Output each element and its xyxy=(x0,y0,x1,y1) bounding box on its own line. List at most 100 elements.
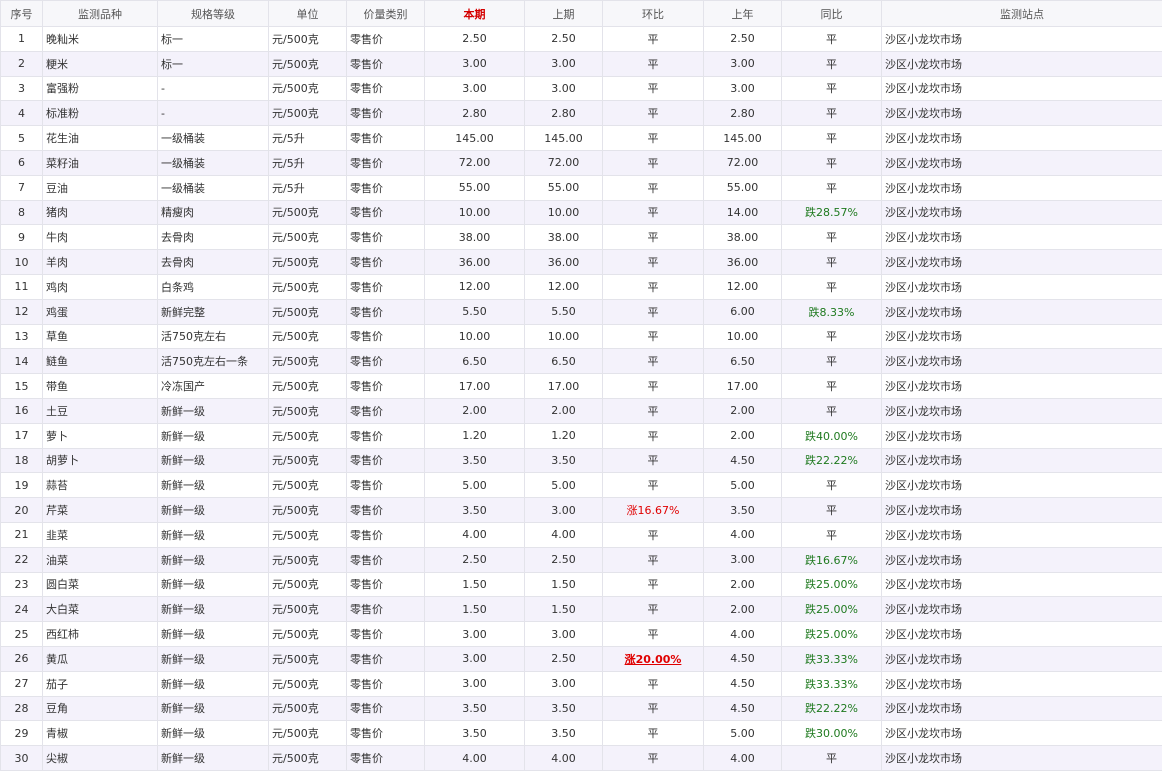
cell-spec: 新鲜一级 xyxy=(157,695,269,722)
cell-index: 30 xyxy=(0,745,43,771)
cell-mom: 平 xyxy=(602,224,704,251)
cell-index: 25 xyxy=(0,621,43,647)
cell-unit: 元/500克 xyxy=(268,745,347,771)
cell-spec: 标一 xyxy=(157,26,269,52)
cell-unit: 元/500克 xyxy=(268,621,347,647)
cell-station: 沙区小龙坎市场 xyxy=(881,348,1162,375)
cell-yoy: 跌8.33% xyxy=(781,298,882,325)
cell-price-type: 零售价 xyxy=(346,26,425,52)
cell-price-type: 零售价 xyxy=(346,373,425,399)
table-row: 23 圆白菜 新鲜一级 元/500克 零售价 1.50 1.50 平 2.00 跌25.00% 沙区… xyxy=(0,571,1162,598)
cell-spec: 去骨肉 xyxy=(157,224,269,251)
cell-yoy: 平 xyxy=(781,75,882,102)
cell-mom: 平 xyxy=(602,521,704,548)
cell-mom: 平 xyxy=(602,745,704,771)
cell-price-type: 零售价 xyxy=(346,199,425,226)
cell-mom: 平 xyxy=(602,174,704,201)
cell-price-type: 零售价 xyxy=(346,273,425,300)
cell-spec: 新鲜一级 xyxy=(157,720,269,747)
cell-mom: 平 xyxy=(602,149,704,176)
cell-price-type: 零售价 xyxy=(346,100,425,127)
cell-unit: 元/500克 xyxy=(268,571,347,598)
cell-current: 1.50 xyxy=(424,596,525,623)
table-row: 30 尖椒 新鲜一级 元/500克 零售价 4.00 4.00 平 4.00 平沙区小龙坎市场 xyxy=(0,745,1162,771)
table-row: 18 胡萝卜 新鲜一级 元/500克 零售价 3.50 3.50 平 4.50 跌22.22% 沙区… xyxy=(0,447,1162,474)
cell-index: 10 xyxy=(0,249,43,275)
cell-mom: 平 xyxy=(602,298,704,325)
cell-station: 沙区小龙坎市场 xyxy=(881,174,1162,201)
cell-price-type: 零售价 xyxy=(346,472,425,499)
cell-item: 大白菜 xyxy=(42,596,158,623)
cell-station: 沙区小龙坎市场 xyxy=(881,373,1162,399)
cell-station: 沙区小龙坎市场 xyxy=(881,670,1162,697)
cell-current: 3.50 xyxy=(424,497,525,523)
cell-station: 沙区小龙坎市场 xyxy=(881,298,1162,325)
cell-unit: 元/5升 xyxy=(268,149,347,176)
cell-station: 沙区小龙坎市场 xyxy=(881,645,1162,672)
cell-last-year: 4.50 xyxy=(703,670,782,697)
cell-station: 沙区小龙坎市场 xyxy=(881,125,1162,151)
cell-previous: 4.00 xyxy=(524,521,603,548)
cell-unit: 元/500克 xyxy=(268,447,347,474)
cell-item: 油菜 xyxy=(42,546,158,573)
cell-last-year: 4.50 xyxy=(703,645,782,672)
cell-item: 菜籽油 xyxy=(42,149,158,176)
table-row: 17 萝卜 新鲜一级 元/500克 零售价 1.20 1.20 平 2.00 跌40.00% 沙区小… xyxy=(0,422,1162,449)
cell-unit: 元/500克 xyxy=(268,546,347,573)
cell-mom: 涨16.67% xyxy=(602,497,704,523)
cell-unit: 元/500克 xyxy=(268,249,347,275)
cell-last-year: 4.00 xyxy=(703,745,782,771)
cell-price-type: 零售价 xyxy=(346,75,425,102)
cell-mom: 平 xyxy=(602,26,704,52)
cell-index: 27 xyxy=(0,670,43,697)
cell-last-year: 4.00 xyxy=(703,621,782,647)
cell-current: 5.00 xyxy=(424,472,525,499)
cell-yoy: 跌40.00% xyxy=(781,422,882,449)
table-row: 21 韭菜 新鲜一级 元/500克 零售价 4.00 4.00 平 4.00 平沙区小龙坎市场 xyxy=(0,521,1162,548)
cell-mom: 平 xyxy=(602,348,704,375)
cell-item: 尖椒 xyxy=(42,745,158,771)
cell-item: 标准粉 xyxy=(42,100,158,127)
cell-previous: 3.00 xyxy=(524,497,603,523)
cell-yoy: 平 xyxy=(781,273,882,300)
cell-last-year: 55.00 xyxy=(703,174,782,201)
cell-item: 羊肉 xyxy=(42,249,158,275)
cell-previous: 38.00 xyxy=(524,224,603,251)
cell-item: 圆白菜 xyxy=(42,571,158,598)
cell-last-year: 3.00 xyxy=(703,75,782,102)
cell-yoy: 跌33.33% xyxy=(781,670,882,697)
table-header-row: 序号 监测品种 规格等级 单位 价量类别 本期 上期 环比 上年 同比 监测站点 xyxy=(0,0,1162,27)
header-current-period: 本期 xyxy=(424,0,525,27)
cell-yoy: 跌22.22% xyxy=(781,695,882,722)
cell-current: 3.00 xyxy=(424,670,525,697)
cell-station: 沙区小龙坎市场 xyxy=(881,596,1162,623)
cell-yoy: 平 xyxy=(781,348,882,375)
cell-station: 沙区小龙坎市场 xyxy=(881,100,1162,127)
cell-spec: 活750克左右一条 xyxy=(157,348,269,375)
cell-current: 2.00 xyxy=(424,397,525,424)
cell-station: 沙区小龙坎市场 xyxy=(881,497,1162,523)
cell-index: 20 xyxy=(0,497,43,523)
cell-spec: 一级桶装 xyxy=(157,149,269,176)
cell-current: 145.00 xyxy=(424,125,525,151)
cell-item: 粳米 xyxy=(42,50,158,77)
cell-last-year: 17.00 xyxy=(703,373,782,399)
cell-spec: 新鲜完整 xyxy=(157,298,269,325)
cell-station: 沙区小龙坎市场 xyxy=(881,75,1162,102)
cell-mom: 涨20.00% xyxy=(602,645,704,672)
cell-yoy: 跌33.33% xyxy=(781,645,882,672)
table-row: 13 草鱼 活750克左右 元/500克 零售价 10.00 10.00 平 10.00 平沙区小… xyxy=(0,323,1162,350)
header-previous-period: 上期 xyxy=(524,0,603,27)
cell-price-type: 零售价 xyxy=(346,447,425,474)
table-row: 10 羊肉 去骨肉 元/500克 零售价 36.00 36.00 平 36.00 平沙区小龙坎市场 xyxy=(0,249,1162,275)
cell-last-year: 4.50 xyxy=(703,695,782,722)
cell-item: 芹菜 xyxy=(42,497,158,523)
table-row: 20 芹菜 新鲜一级 元/500克 零售价 3.50 3.00 涨16.67% 3.50 平沙区小… xyxy=(0,497,1162,523)
cell-station: 沙区小龙坎市场 xyxy=(881,50,1162,77)
cell-last-year: 145.00 xyxy=(703,125,782,151)
cell-spec: 一级桶装 xyxy=(157,174,269,201)
cell-current: 17.00 xyxy=(424,373,525,399)
cell-station: 沙区小龙坎市场 xyxy=(881,447,1162,474)
cell-index: 21 xyxy=(0,521,43,548)
cell-unit: 元/500克 xyxy=(268,50,347,77)
